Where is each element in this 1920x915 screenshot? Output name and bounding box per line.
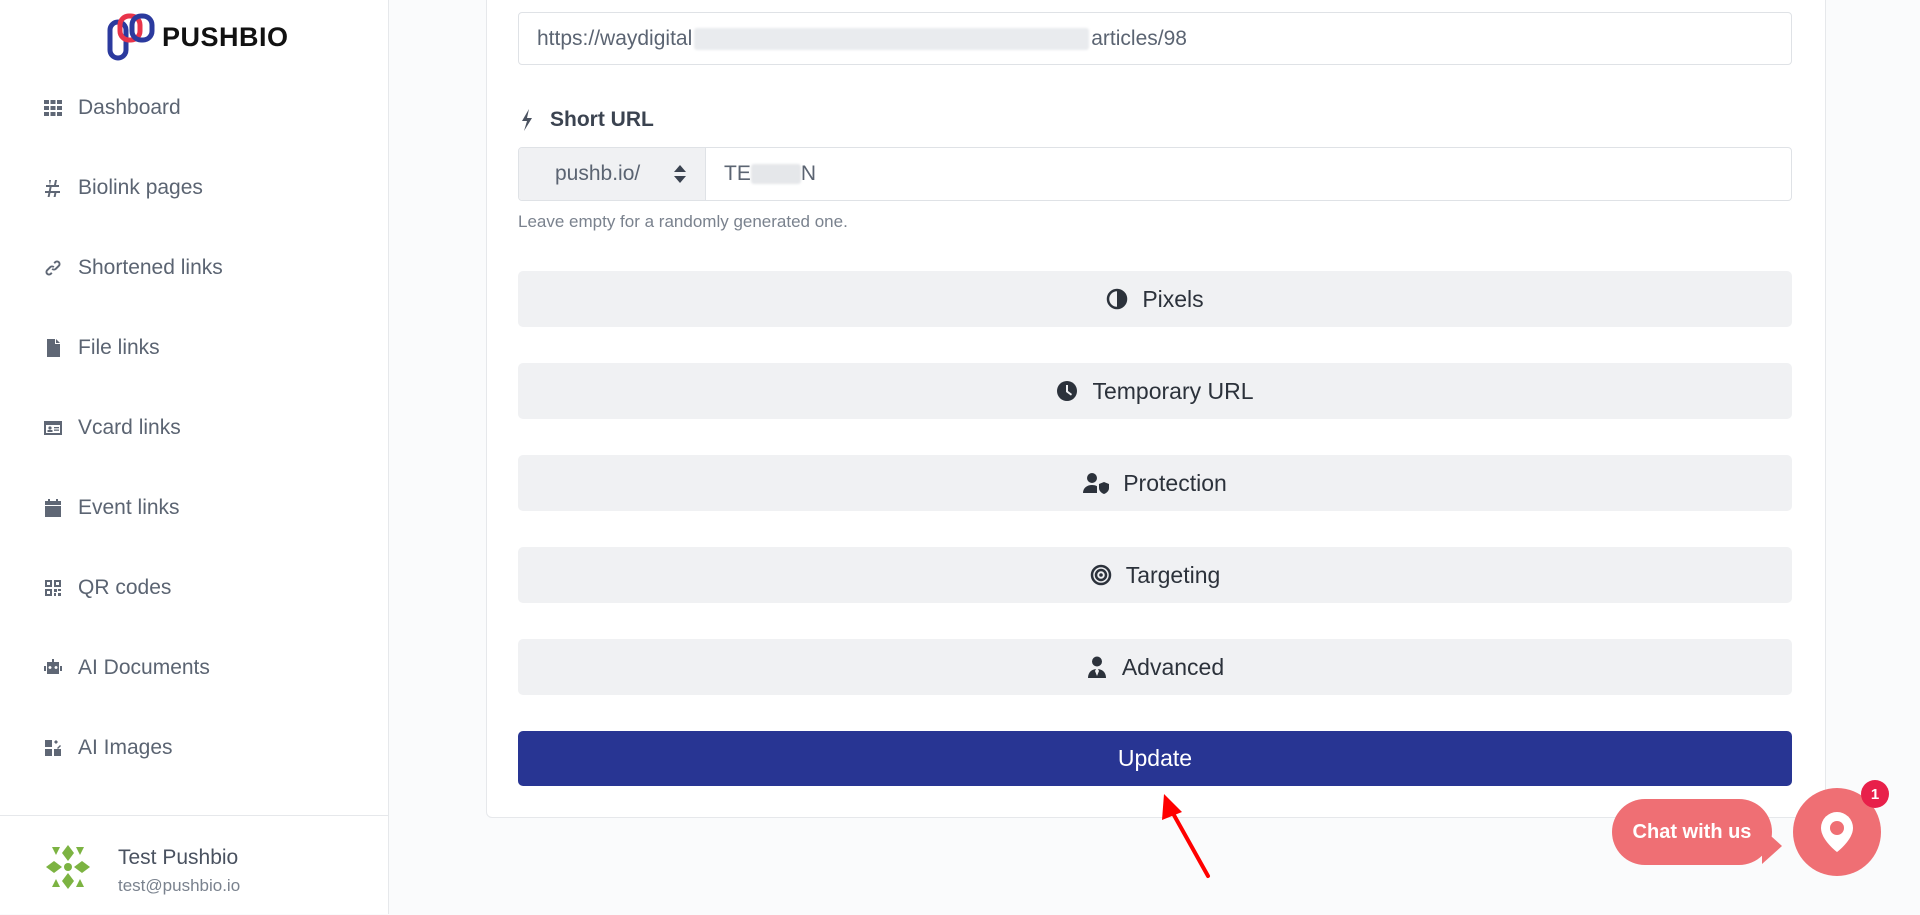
sidebar-item-label: Event links xyxy=(78,496,180,519)
sidebar-item-vcard-links[interactable]: Vcard links xyxy=(0,400,388,456)
file-icon xyxy=(42,337,64,359)
sidebar-item-ai-images[interactable]: AI Images xyxy=(0,720,388,776)
sidebar-item-label: Shortened links xyxy=(78,256,223,279)
grid-icon xyxy=(42,97,64,119)
alias-value: TE N xyxy=(724,162,817,185)
user-profile[interactable]: Test Pushbio test@pushbio.io xyxy=(0,815,388,915)
update-button[interactable]: Update xyxy=(518,731,1792,786)
link-icon xyxy=(42,257,64,279)
advanced-section-toggle[interactable]: Advanced xyxy=(518,639,1792,695)
short-url-alias-input[interactable]: TE N xyxy=(706,148,1791,200)
user-tie-icon xyxy=(1087,656,1106,678)
id-card-icon xyxy=(42,417,64,439)
chat-notification-badge: 1 xyxy=(1861,780,1889,808)
destination-url-value: https://waydigital articles/98 xyxy=(537,26,1187,50)
bullseye-icon xyxy=(1090,564,1111,586)
sidebar-item-label: Vcard links xyxy=(78,416,181,439)
sidebar-item-label: File links xyxy=(78,336,160,359)
temporary-url-section-toggle[interactable]: Temporary URL xyxy=(518,363,1792,419)
robot-icon xyxy=(42,657,64,679)
redacted-text xyxy=(694,27,1090,50)
sidebar-item-label: AI Documents xyxy=(78,656,210,679)
user-shield-icon xyxy=(1083,473,1110,494)
short-url-label: Short URL xyxy=(518,108,654,132)
brand-name: PUSHBIO xyxy=(162,21,289,52)
sidebar-item-qr-codes[interactable]: QR codes xyxy=(0,560,388,616)
sort-arrows-icon xyxy=(674,165,686,183)
avatar xyxy=(42,841,94,893)
sidebar-item-ai-documents[interactable]: AI Documents xyxy=(0,640,388,696)
clock-icon xyxy=(1057,381,1078,401)
images-icon xyxy=(42,737,64,759)
hash-icon xyxy=(42,177,64,199)
pixels-section-toggle[interactable]: Pixels xyxy=(518,271,1792,327)
domain-select-value: pushb.io/ xyxy=(555,162,641,185)
annotation-arrow-icon xyxy=(1162,794,1210,878)
sidebar-item-dashboard[interactable]: Dashboard xyxy=(0,80,388,136)
sidebar-item-biolink-pages[interactable]: Biolink pages xyxy=(0,160,388,216)
protection-section-toggle[interactable]: Protection xyxy=(518,455,1792,511)
calendar-icon xyxy=(42,497,64,519)
chat-bubble-tail xyxy=(1762,828,1782,864)
chat-pin-icon xyxy=(1821,812,1853,852)
qrcode-icon xyxy=(42,577,64,599)
chat-with-us-button[interactable]: Chat with us xyxy=(1612,799,1772,865)
sidebar-item-label: QR codes xyxy=(78,576,172,599)
sidebar: PUSHBIO Dashboard Biolink pages Shortene… xyxy=(0,0,389,914)
redacted-text xyxy=(750,164,801,184)
domain-select[interactable]: pushb.io/ xyxy=(519,148,706,200)
user-name: Test Pushbio xyxy=(118,846,239,869)
adjust-icon xyxy=(1107,288,1128,310)
sidebar-item-label: AI Images xyxy=(78,736,173,759)
brand-logo[interactable]: PUSHBIO xyxy=(106,12,289,62)
targeting-section-toggle[interactable]: Targeting xyxy=(518,547,1792,603)
short-url-field: pushb.io/ TE N xyxy=(518,147,1792,201)
sidebar-item-event-links[interactable]: Event links xyxy=(0,480,388,536)
short-url-help-text: Leave empty for a randomly generated one… xyxy=(518,212,848,231)
sidebar-item-label: Biolink pages xyxy=(78,176,203,199)
destination-url-input[interactable]: https://waydigital articles/98 xyxy=(518,12,1792,65)
pushbio-logo-icon xyxy=(107,13,155,61)
sidebar-item-file-links[interactable]: File links xyxy=(0,320,388,376)
bolt-icon xyxy=(522,109,532,131)
user-email: test@pushbio.io xyxy=(118,876,241,895)
sidebar-item-shortened-links[interactable]: Shortened links xyxy=(0,240,388,296)
sidebar-item-label: Dashboard xyxy=(78,96,181,119)
